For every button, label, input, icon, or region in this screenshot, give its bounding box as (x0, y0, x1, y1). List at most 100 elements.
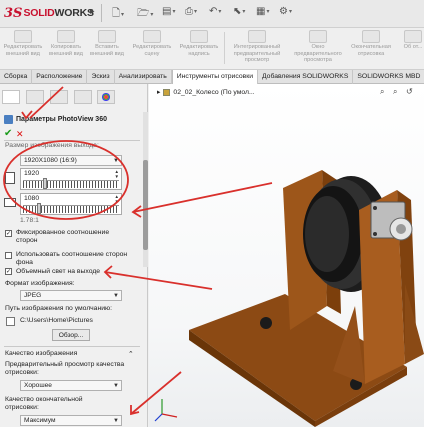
new-document-icon[interactable]: 🗋 ▾ (112, 6, 124, 23)
aspect-ratio-value: 1.78:1 (20, 217, 39, 224)
image-format-label: Формат изображения: (5, 280, 75, 287)
options-gear-icon[interactable]: ⚙ ▾ (279, 6, 292, 17)
open-document-icon[interactable]: 🗁 ▾ (137, 6, 153, 23)
fixed-aspect-checkbox[interactable]: ✓ (5, 230, 12, 237)
edit-scene-label: Редактировать сцену (132, 44, 172, 57)
default-path-value: C:\Users\Home\Pictures (20, 317, 93, 324)
paste-appearance-button[interactable]: Вставить внешний вид (87, 30, 127, 57)
fixed-aspect-label: Фиксированное соотношение сторон (16, 229, 128, 245)
image-width-spinbox[interactable]: 1920 ▲ ▼ (20, 168, 122, 190)
solidworks-logo[interactable]: 3S SOLIDWORKS (4, 4, 96, 22)
wheel-assembly-model[interactable] (149, 84, 424, 427)
edit-appearance-icon (14, 30, 32, 43)
edit-scene-icon (143, 30, 161, 43)
cancel-x-icon[interactable]: ✕ (16, 129, 24, 140)
preview-quality-dropdown[interactable]: Хорошее ▼ (20, 380, 122, 391)
edit-decal-button[interactable]: Редактировать надпись (176, 30, 222, 57)
undo-icon[interactable]: ↶ ▾ (209, 6, 221, 17)
property-manager-panel: Параметры PhotoView 360 ✔ ✕ Размер изобр… (0, 84, 148, 427)
edit-scene-button[interactable]: Редактировать сцену (128, 30, 176, 57)
image-size-preset-value: 1920X1080 (16:9) (24, 157, 77, 164)
image-width-value: 1920 (24, 170, 40, 177)
command-tabs: Сборка Расположение Эскиз Анализировать … (0, 69, 424, 84)
image-height-icon (4, 198, 16, 207)
image-height-spinbox[interactable]: 1080 ▲ ▼ (20, 193, 122, 215)
preview-window-label: Окно предварительного просмотра (294, 44, 342, 63)
axle-center (396, 224, 406, 234)
tab-evaluate[interactable]: Анализировать (115, 70, 172, 84)
select-pointer-icon[interactable]: ⬉ ▾ (233, 6, 245, 17)
browse-button[interactable]: Обзор... (52, 329, 90, 341)
image-size-preset-dropdown[interactable]: 1920X1080 (16:9) ▼ (20, 155, 122, 166)
configuration-manager-tab-icon[interactable] (50, 90, 68, 104)
spin-arrows-icon[interactable]: ▲ ▼ (115, 194, 119, 204)
fixed-aspect-text: Фиксированное соотношение сторон (16, 229, 110, 244)
edit-decal-icon (190, 30, 208, 43)
render-region-label: Об от... (403, 44, 423, 50)
tab-solidworks-addins[interactable]: Добавления SOLIDWORKS (258, 70, 354, 84)
integrated-preview-button[interactable]: Интегрированный предварительный просмотр (228, 30, 286, 64)
collapse-chevron-icon[interactable]: ⌃ (128, 350, 134, 358)
command-manager: Редактировать внешний вид Копировать вне… (0, 28, 424, 69)
divider (4, 140, 140, 141)
image-height-slider-thumb[interactable] (37, 203, 41, 214)
tab-assembly[interactable]: Сборка (0, 70, 33, 84)
panel-scrollbar[interactable] (143, 112, 148, 267)
bolt-head (373, 232, 377, 236)
logo-ds-mark: 3S (4, 5, 23, 21)
final-render-label: Окончательная отрисовка (351, 44, 391, 57)
bolt-head (373, 206, 377, 210)
preview-window-button[interactable]: Окно предварительного просмотра (292, 30, 344, 64)
image-width-slider[interactable] (23, 180, 119, 188)
save-icon[interactable]: ▤ ▾ (162, 6, 175, 17)
final-render-icon (362, 30, 380, 43)
property-manager-title: Параметры PhotoView 360 (16, 116, 107, 123)
default-path-label: Путь изображения по умолчанию: (5, 305, 112, 312)
graphics-area[interactable]: ▸ 02_02_Колесо (По умол... ⌕ ⌕ ↺ (149, 84, 424, 427)
final-quality-value: Максимум (24, 417, 56, 424)
menu-expand-arrow-icon[interactable]: ▸ (90, 6, 95, 17)
image-width-slider-thumb[interactable] (43, 178, 47, 189)
integrated-preview-label: Интегрированный предварительный просмотр (233, 44, 281, 63)
divider (101, 4, 102, 22)
output-size-section-label: Размер изображения выхода: (5, 142, 99, 149)
tab-solidworks-mbd[interactable]: SOLIDWORKS MBD (353, 70, 424, 84)
spin-arrows-icon[interactable]: ▲ ▼ (115, 169, 119, 179)
property-manager-tab-icon[interactable] (26, 90, 44, 104)
final-render-button[interactable]: Окончательная отрисовка (348, 30, 394, 57)
image-quality-section-label: Качество изображения (5, 350, 78, 357)
reference-triad-icon (154, 399, 178, 422)
image-height-value: 1080 (24, 195, 40, 202)
copy-appearance-button[interactable]: Копировать внешний вид (46, 30, 86, 57)
final-quality-label: Качество окончательной отрисовки: (5, 396, 115, 412)
rebuild-icon[interactable]: ▦ ▾ (256, 6, 269, 17)
photoview-icon (4, 115, 13, 124)
edit-appearance-button[interactable]: Редактировать внешний вид (3, 30, 43, 57)
print-icon[interactable]: ⎙ ▾ (185, 6, 197, 17)
final-quality-dropdown[interactable]: Максимум ▼ (20, 415, 122, 426)
display-manager-tab-icon[interactable] (97, 90, 115, 104)
divider (224, 32, 225, 64)
feature-tree-tab-icon[interactable] (2, 90, 20, 104)
dimxpert-tab-icon[interactable] (74, 90, 92, 104)
copy-appearance-label: Копировать внешний вид (49, 44, 83, 57)
edit-appearance-label: Редактировать внешний вид (3, 44, 43, 57)
tab-sketch[interactable]: Эскиз (87, 70, 115, 84)
title-bar: 3S SOLIDWORKS ▸ 🗋 ▾ 🗁 ▾ ▤ ▾ ⎙ ▾ ↶ ▾ ⬉ ▾ ▦ ▾ ⚙ ▾ (0, 0, 424, 28)
volumetric-light-checkbox[interactable]: ✓ (5, 268, 12, 275)
image-format-dropdown[interactable]: JPEG ▼ (20, 290, 122, 301)
tab-render-tools[interactable]: Инструменты отрисовки (171, 70, 258, 84)
preview-quality-value: Хорошее (24, 382, 52, 389)
ok-checkmark-icon[interactable]: ✔ (4, 128, 12, 139)
logo-solid-text: SOLID (23, 7, 55, 19)
feature-manager-tabs (0, 90, 148, 104)
tab-layout[interactable]: Расположение (32, 70, 88, 84)
render-region-button[interactable]: Об от... (398, 30, 424, 51)
chevron-down-icon: ▼ (113, 383, 119, 389)
chevron-down-icon: ▼ (113, 293, 119, 299)
preview-quality-label: Предварительный просмотр качества отрисо… (5, 361, 133, 377)
scrollbar-thumb[interactable] (143, 160, 148, 250)
logo-works-text: WORKS (54, 7, 94, 19)
background-aspect-label: Использовать соотношение сторон фона (16, 251, 136, 267)
background-aspect-checkbox[interactable] (5, 252, 12, 259)
